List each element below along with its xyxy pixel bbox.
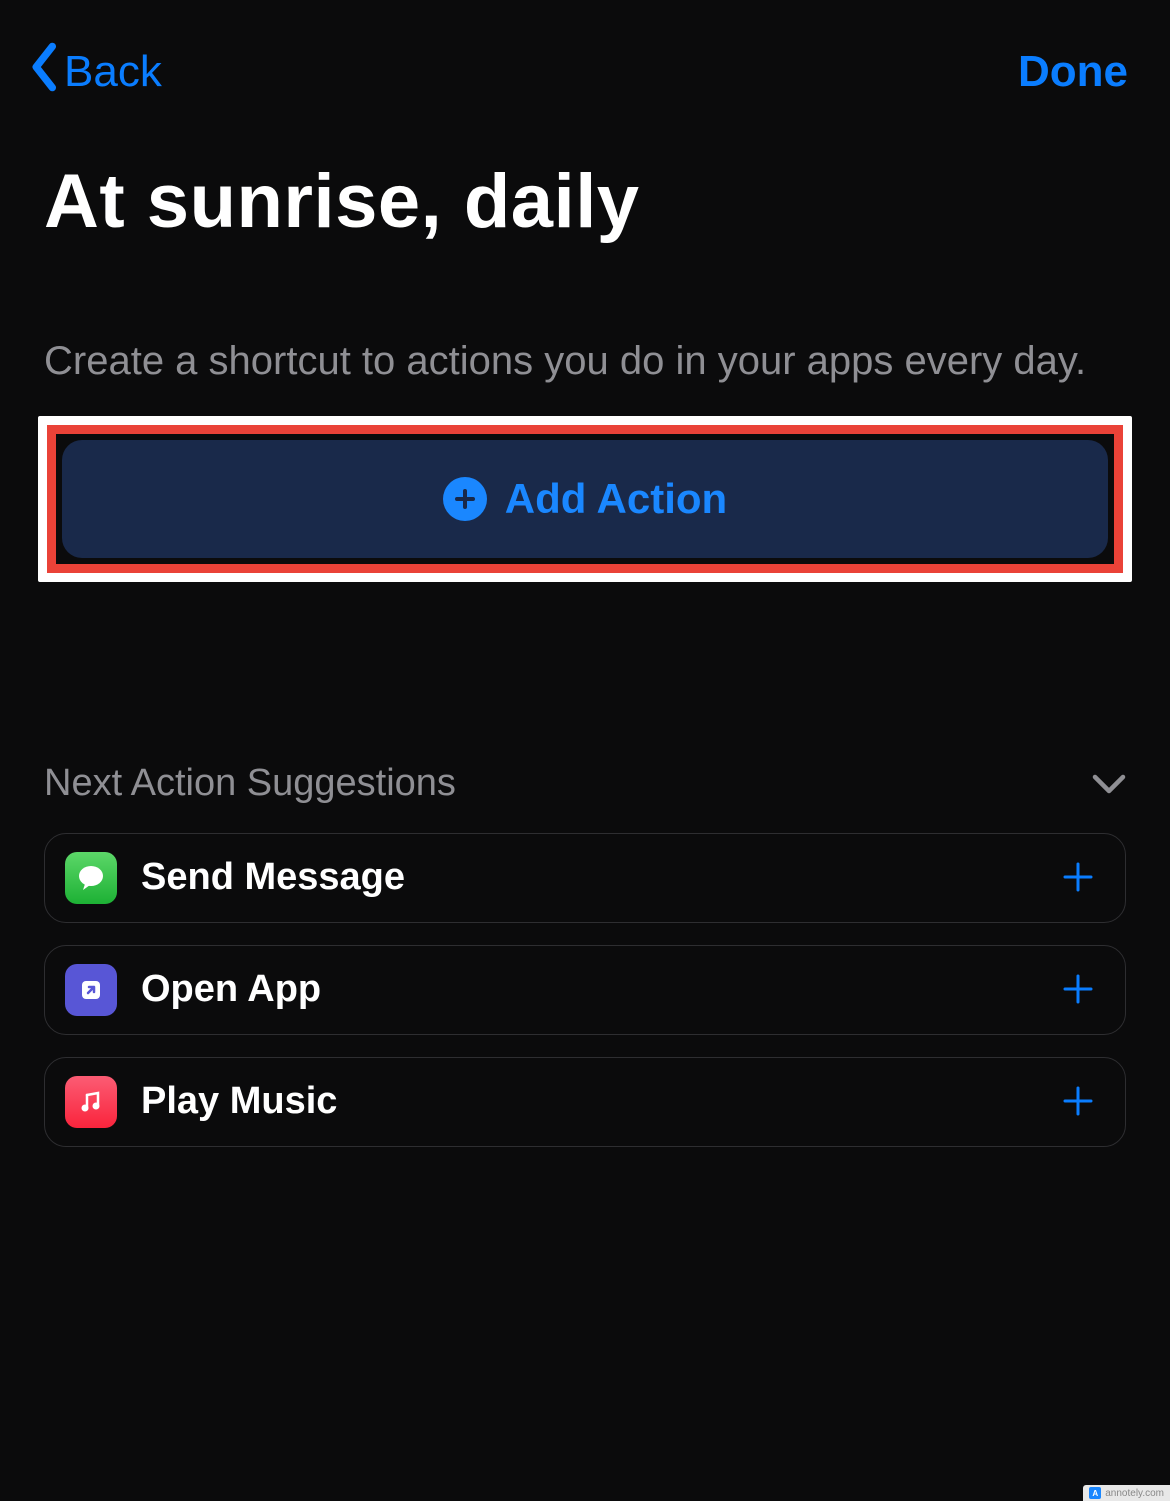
plus-icon [1061,1079,1095,1125]
watermark: A annotely.com [1083,1485,1170,1501]
watermark-badge-icon: A [1089,1487,1101,1499]
watermark-text: annotely.com [1105,1488,1164,1499]
suggestion-item-open-app[interactable]: Open App [44,945,1126,1035]
suggestions-header-label: Next Action Suggestions [44,762,456,805]
messages-icon [65,852,117,904]
done-button[interactable]: Done [1018,47,1128,97]
suggestion-label: Open App [141,968,1037,1011]
nav-bar: Back Done [0,0,1170,110]
plus-icon [1061,855,1095,901]
suggestion-label: Play Music [141,1080,1037,1123]
music-icon [65,1076,117,1128]
back-label: Back [64,47,162,97]
add-action-label: Add Action [505,475,727,523]
suggestion-label: Send Message [141,856,1037,899]
suggestions-header[interactable]: Next Action Suggestions [44,762,1126,805]
add-action-button[interactable]: Add Action [62,440,1108,558]
page-title: At sunrise, daily [0,110,1170,244]
plus-icon [1061,967,1095,1013]
suggestion-item-play-music[interactable]: Play Music [44,1057,1126,1147]
plus-circle-icon [443,477,487,521]
chevron-left-icon [28,42,62,103]
open-app-icon [65,964,117,1016]
chevron-down-icon [1092,762,1126,805]
suggestions-section: Next Action Suggestions Send Message Ope… [0,582,1170,1147]
annotation-highlight-inner: Add Action [47,425,1123,573]
page-description: Create a shortcut to actions you do in y… [0,244,1170,388]
suggestion-item-send-message[interactable]: Send Message [44,833,1126,923]
annotation-highlight: Add Action [38,416,1132,582]
back-button[interactable]: Back [28,42,162,103]
